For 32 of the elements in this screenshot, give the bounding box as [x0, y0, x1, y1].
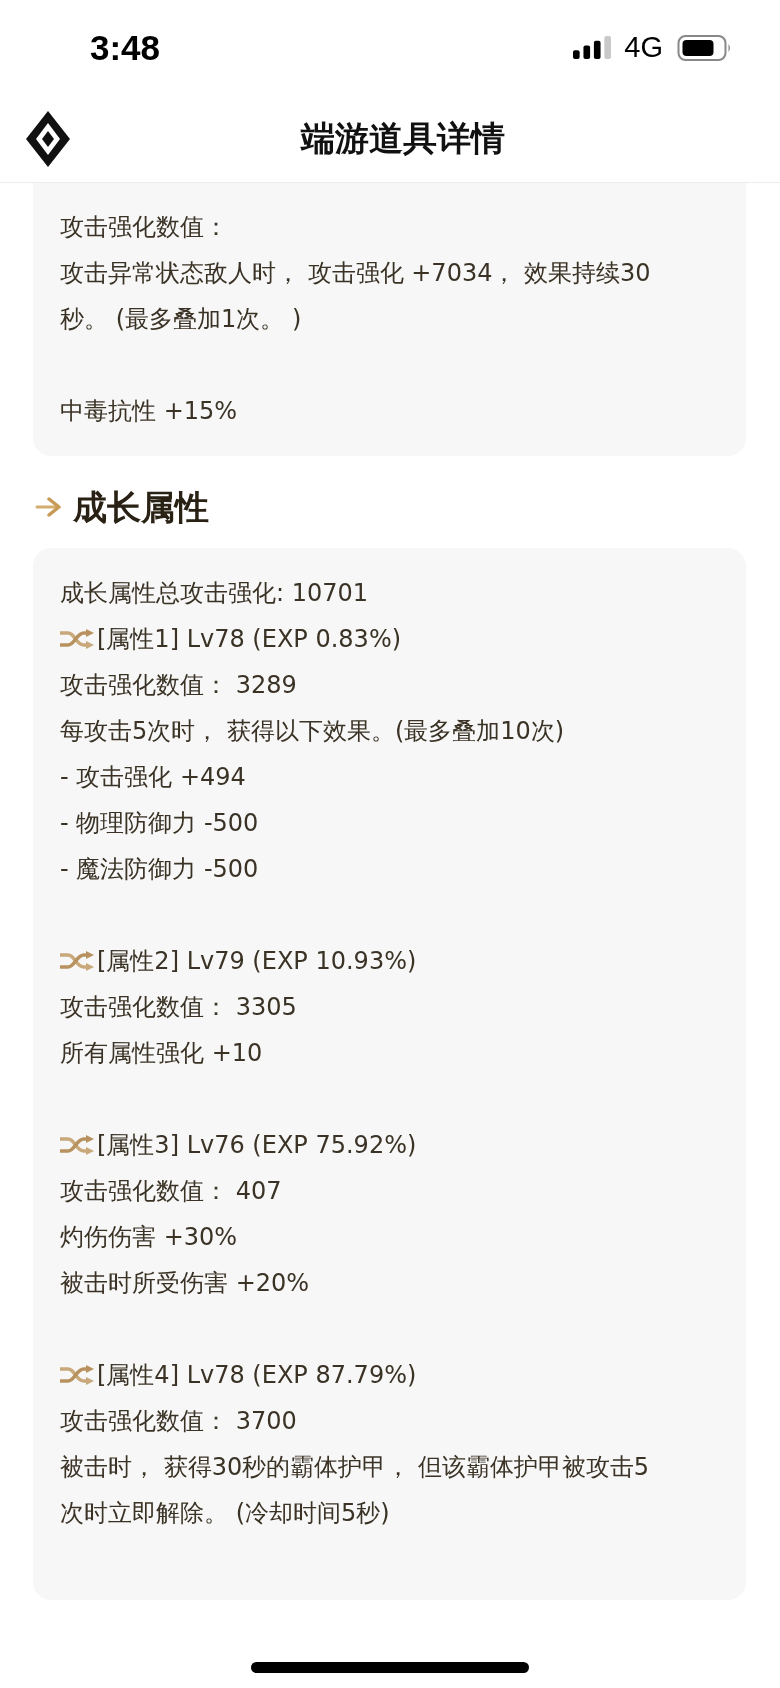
stat-line: 被击时， 获得30秒的霸体护甲， 但该霸体护甲被攻击5次时立即解除。 (冷却时间5秒): [60, 1452, 651, 1529]
shuffle-icon: [60, 629, 94, 649]
attribute-title: [属性1] Lv78 (EXP 0.83%): [97, 624, 402, 655]
attribute-title: [属性2] Lv79 (EXP 10.93%): [97, 946, 417, 977]
growth-summary: 成长属性总攻击强化: 10701: [60, 578, 370, 609]
shuffle-icon: [60, 1365, 94, 1385]
shuffle-icon: [60, 951, 94, 971]
network-label: 4G: [624, 33, 663, 62]
stat-line: 攻击强化数值：: [60, 212, 229, 243]
stat-line: 所有属性强化 +10: [60, 1038, 264, 1069]
stat-line: 攻击强化数值： 3700: [60, 1406, 298, 1437]
page-title: 端游道具详情: [301, 118, 505, 159]
stat-line: 攻击强化数值： 3305: [60, 992, 298, 1023]
diamond-logo-icon: [26, 110, 70, 167]
status-time: 3:48: [90, 30, 161, 65]
stat-line: 被击时所受伤害 +20%: [60, 1268, 311, 1299]
stat-line: 中毒抗性 +15%: [60, 396, 239, 427]
stat-line: - 物理防御力 -500: [60, 808, 260, 839]
stat-line: 灼伤伤害 +30%: [60, 1222, 239, 1253]
stat-line: 攻击异常状态敌人时， 攻击强化 +7034， 效果持续30秒。 (最多叠加1次。 ): [60, 258, 652, 335]
attribute-title: [属性4] Lv78 (EXP 87.79%): [97, 1360, 417, 1391]
stat-line: 攻击强化数值： 407: [60, 1176, 283, 1207]
attribute-title: [属性3] Lv76 (EXP 75.92%): [97, 1130, 417, 1161]
stat-line: 每攻击5次时， 获得以下效果。(最多叠加10次): [60, 716, 566, 747]
stat-line: - 魔法防御力 -500: [60, 854, 260, 885]
shuffle-icon: [60, 1135, 94, 1155]
section-title: 成长属性: [73, 486, 209, 529]
stat-line: - 攻击强化 +494: [60, 762, 247, 793]
arrow-icon: [35, 497, 63, 517]
stat-line: 攻击强化数值： 3289: [60, 670, 298, 701]
signal-icon: [573, 35, 612, 60]
battery-icon: [677, 34, 732, 61]
